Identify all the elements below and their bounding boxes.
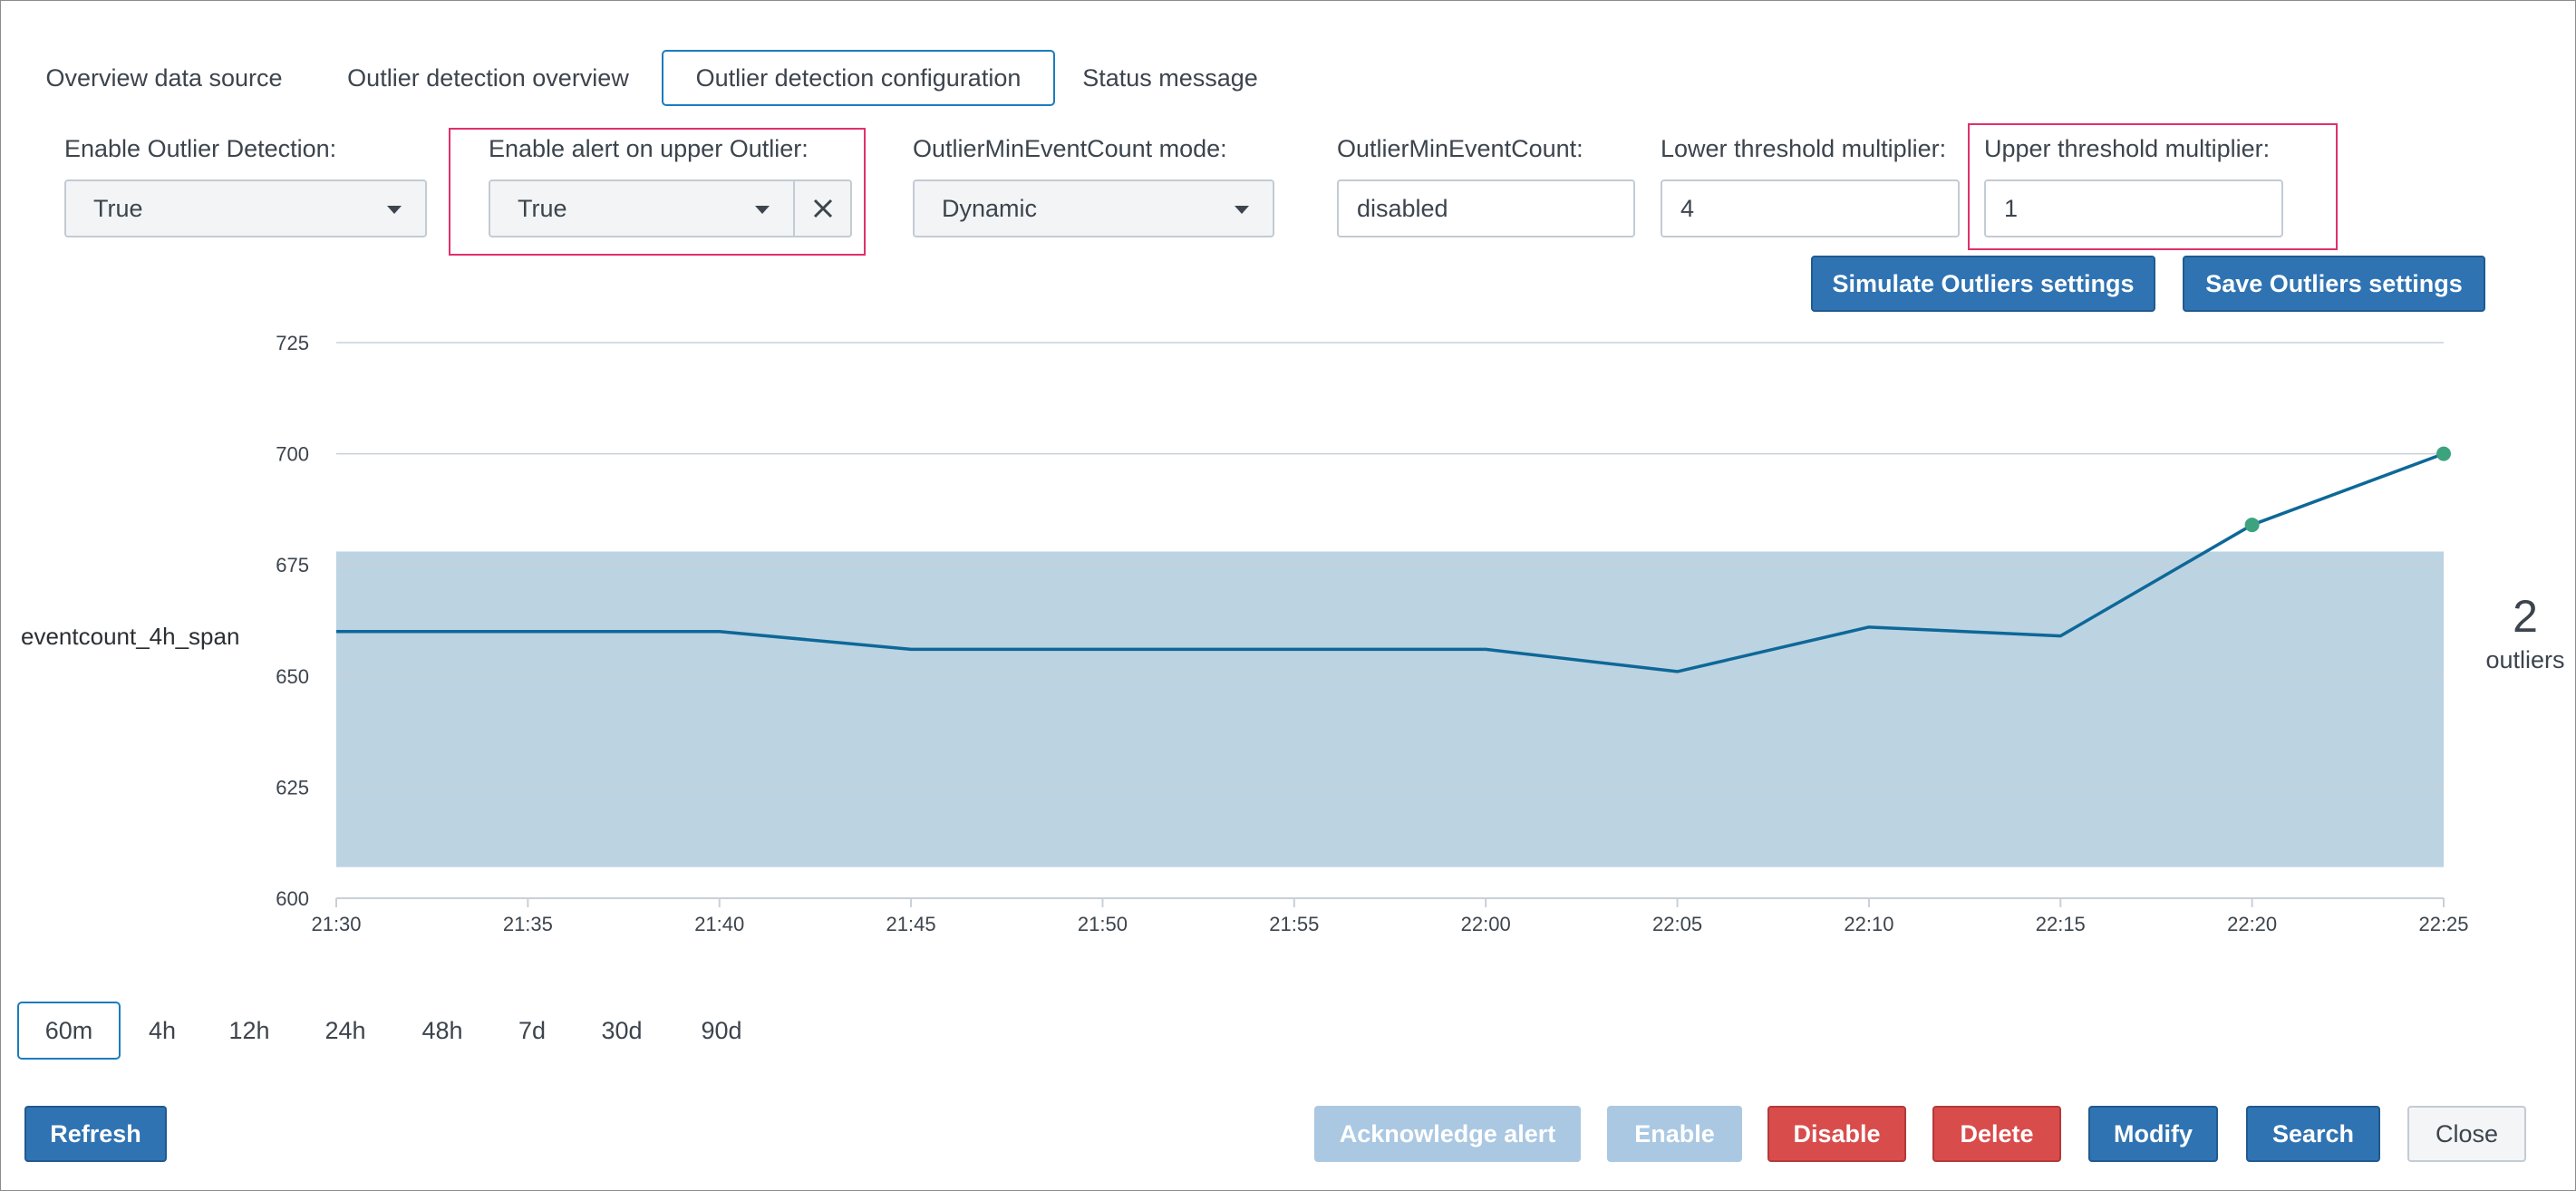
enable-alert-upper-label: Enable alert on upper Outlier: [489, 135, 809, 162]
outliers-count: 2 [2513, 591, 2538, 642]
time-range-30d[interactable]: 30d [590, 1002, 654, 1060]
y-tick-label: 650 [276, 665, 309, 688]
close-button[interactable]: Close [2407, 1106, 2526, 1162]
tab-overview-data-source[interactable]: Overview data source [28, 50, 300, 106]
time-range-12h[interactable]: 12h [222, 1002, 276, 1060]
x-tick-label: 21:30 [311, 913, 361, 935]
x-tick-label: 22:25 [2418, 913, 2468, 935]
x-tick-label: 21:35 [503, 913, 553, 935]
enable-alert-upper-select[interactable]: True [489, 179, 795, 237]
enable-alert-upper-value: True [518, 194, 567, 222]
upper-threshold-label: Upper threshold multiplier: [1984, 135, 2271, 162]
time-range-90d[interactable]: 90d [690, 1002, 753, 1060]
y-tick-label: 625 [276, 776, 309, 799]
save-outliers-button[interactable]: Save Outliers settings [2183, 256, 2485, 312]
x-tick-label: 22:15 [2036, 913, 2086, 935]
min-event-count-mode-value: Dynamic [942, 194, 1038, 222]
x-tick-label: 22:20 [2227, 913, 2277, 935]
outlier-chart: 600 625 650 675 700 725 21:30 21:35 21:40 21:45 21… [276, 332, 2468, 935]
tab-outlier-detection-configuration[interactable]: Outlier detection configuration [662, 50, 1055, 106]
time-range-48h[interactable]: 48h [411, 1002, 474, 1060]
min-event-count-mode-label: OutlierMinEventCount mode: [913, 135, 1227, 162]
chevron-down-icon [1235, 206, 1249, 214]
delete-button[interactable]: Delete [1932, 1106, 2061, 1162]
enable-outlier-detection-value: True [93, 194, 143, 222]
y-tick-label: 725 [276, 332, 309, 354]
time-range-7d[interactable]: 7d [505, 1002, 559, 1060]
min-event-count-mode-select[interactable]: Dynamic [913, 179, 1274, 237]
acknowledge-alert-button[interactable]: Acknowledge alert [1314, 1106, 1581, 1162]
outlier-point [2244, 518, 2260, 533]
disable-button[interactable]: Disable [1767, 1106, 1906, 1162]
upper-threshold-input[interactable] [1984, 179, 2283, 237]
y-axis-label: eventcount_4h_span [21, 623, 240, 650]
lower-threshold-input[interactable] [1661, 179, 1960, 237]
lower-threshold-label: Lower threshold multiplier: [1661, 135, 1947, 162]
x-tick-label: 22:10 [1844, 913, 1893, 935]
enable-outlier-detection-label: Enable Outlier Detection: [64, 135, 337, 162]
x-tick-label: 21:40 [694, 913, 744, 935]
outlier-config-panel: Overview data source Outlier detection o… [0, 0, 2576, 1191]
y-tick-label: 700 [276, 443, 309, 466]
x-tick-label: 21:55 [1269, 913, 1319, 935]
y-tick-label: 675 [276, 554, 309, 576]
chevron-down-icon [387, 206, 402, 214]
time-range-4h[interactable]: 4h [135, 1002, 189, 1060]
min-event-count-input[interactable] [1337, 179, 1635, 237]
simulate-outliers-button[interactable]: Simulate Outliers settings [1811, 256, 2155, 312]
chevron-down-icon [755, 206, 770, 214]
time-range-24h[interactable]: 24h [314, 1002, 377, 1060]
outlier-point [2436, 446, 2451, 461]
x-tick-label: 21:45 [886, 913, 936, 935]
clear-selection-button[interactable] [795, 179, 852, 237]
refresh-button[interactable]: Refresh [24, 1106, 167, 1162]
tab-status-message[interactable]: Status message [1070, 50, 1270, 106]
time-range-60m[interactable]: 60m [17, 1002, 121, 1060]
modify-button[interactable]: Modify [2088, 1106, 2218, 1162]
y-tick-label: 600 [276, 887, 309, 910]
x-tick-label: 22:00 [1461, 913, 1511, 935]
x-tick-label: 22:05 [1652, 913, 1702, 935]
outliers-label: outliers [2485, 646, 2565, 673]
min-event-count-label: OutlierMinEventCount: [1337, 135, 1583, 162]
search-button[interactable]: Search [2246, 1106, 2380, 1162]
tab-outlier-detection-overview[interactable]: Outlier detection overview [327, 50, 649, 106]
close-icon [813, 198, 832, 218]
x-tick-label: 21:50 [1078, 913, 1128, 935]
enable-outlier-detection-select[interactable]: True [64, 179, 427, 237]
enable-button[interactable]: Enable [1607, 1106, 1742, 1162]
